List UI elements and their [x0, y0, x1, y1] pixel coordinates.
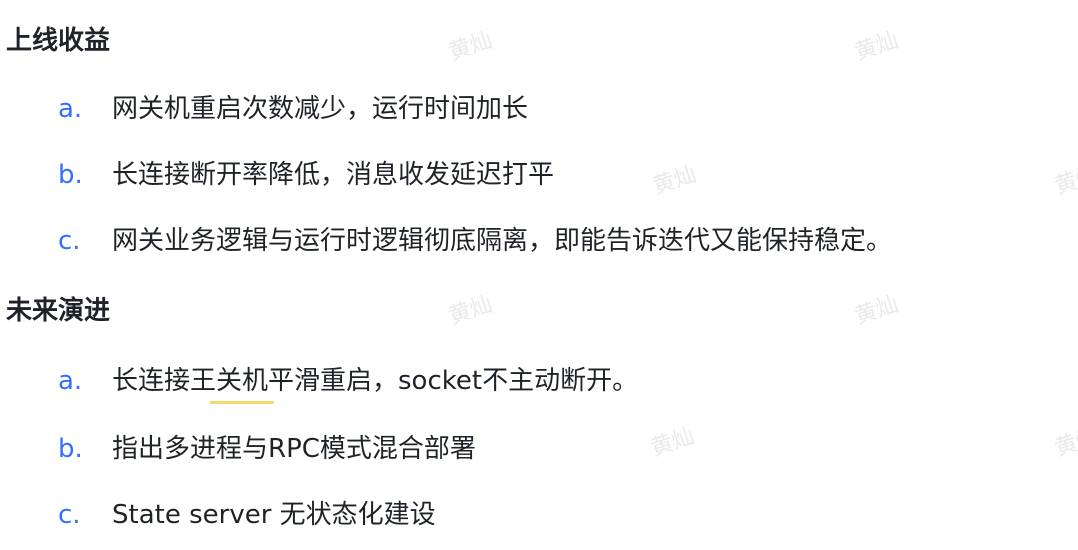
list-item-text: State server 无状态化建设 — [112, 500, 436, 530]
list-marker: a. — [58, 366, 83, 396]
section-heading-future-evolution: 未来演进 — [6, 296, 111, 326]
watermark: 黄灿 — [851, 28, 902, 66]
list-marker: c. — [58, 500, 81, 530]
comment-highlight-underline[interactable] — [210, 401, 274, 404]
watermark: 黄灿 — [1051, 162, 1078, 200]
list-item: b. 长连接断开率降低，消息收发延迟打平 — [58, 158, 554, 192]
list-marker: c. — [58, 226, 81, 256]
list-item-text: 网关业务逻辑与运行时逻辑彻底隔离，即能告诉迭代又能保持稳定。 — [112, 226, 893, 256]
list-marker: b. — [58, 434, 83, 464]
list-item: b. 指出多进程与RPC模式混合部署 — [58, 432, 476, 466]
list-item: a. 网关机重启次数减少，运行时间加长 — [58, 92, 528, 126]
list-item: c. State server 无状态化建设 — [58, 498, 436, 532]
list-item: c. 网关业务逻辑与运行时逻辑彻底隔离，即能告诉迭代又能保持稳定。 — [58, 224, 892, 258]
watermark: 黄灿 — [649, 162, 700, 200]
list-item-text: 网关机重启次数减少，运行时间加长 — [112, 94, 529, 124]
watermark: 黄灿 — [445, 28, 496, 66]
list-item: a. 长连接王关机平滑重启，socket不主动断开。 — [58, 364, 638, 398]
watermark: 黄灿 — [851, 292, 902, 330]
section-heading-launch-benefits: 上线收益 — [6, 26, 111, 56]
list-marker: b. — [58, 160, 83, 190]
list-marker: a. — [58, 94, 83, 124]
list-item-text: 长连接断开率降低，消息收发延迟打平 — [112, 160, 555, 190]
watermark: 黄灿 — [1051, 424, 1078, 462]
list-item-text: 指出多进程与RPC模式混合部署 — [112, 434, 476, 464]
list-item-text: 长连接王关机平滑重启，socket不主动断开。 — [112, 366, 639, 396]
watermark: 黄灿 — [647, 424, 698, 462]
watermark: 黄灿 — [445, 292, 496, 330]
